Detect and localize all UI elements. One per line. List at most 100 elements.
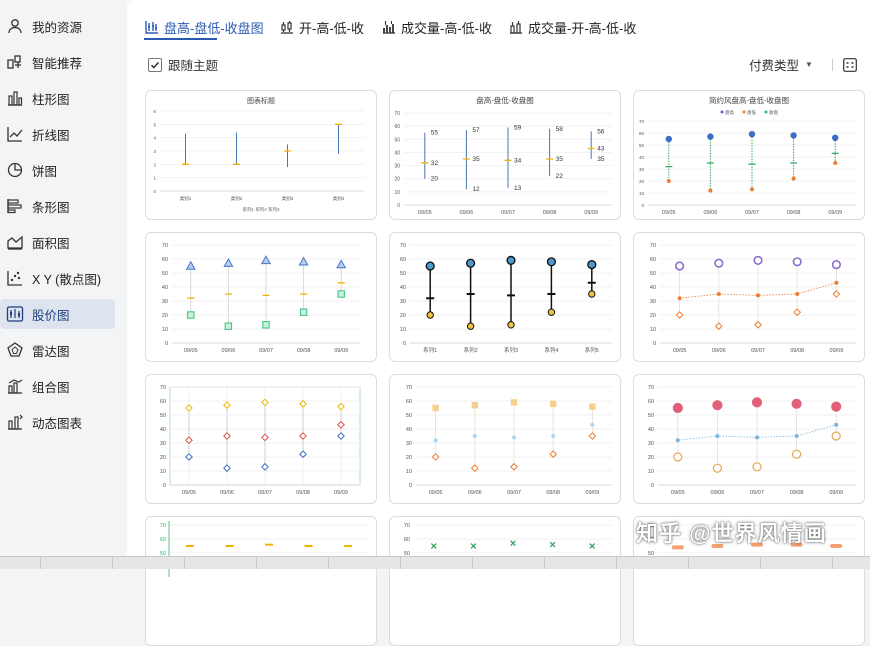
sidebar-item-label: 条形图: [32, 200, 70, 215]
y-tick-label: 60: [648, 399, 654, 405]
follow-theme-checkbox[interactable]: [148, 57, 162, 72]
tab-open-high-low-close[interactable]: 开-高-低-收: [279, 12, 364, 42]
chart-template-partial-2[interactable]: 70 60 50: [389, 516, 621, 646]
x-tick-label: 类别3: [282, 195, 294, 202]
high-marker: [790, 397, 803, 410]
sidebar-item-line-chart[interactable]: 折线图: [0, 119, 115, 149]
y-tick-label: 60: [160, 399, 166, 405]
sidebar-item-scatter-chart[interactable]: X Y (散点图): [0, 263, 115, 293]
sidebar-item-combo-chart[interactable]: 组合图: [0, 371, 115, 401]
low-marker: [675, 311, 684, 319]
low-marker: [754, 320, 762, 329]
high-marker: [223, 401, 231, 410]
close-marker: [261, 433, 269, 442]
legend-marker: [720, 110, 724, 114]
high-marker-fill: [588, 261, 595, 268]
pay-type-dropdown[interactable]: 付费类型 ▼: [749, 55, 813, 74]
chart-template-partial-1[interactable]: 70 60 50: [145, 516, 377, 646]
y-tick-label: 40: [160, 427, 166, 433]
line-chart-icon: [6, 125, 24, 143]
check-icon: [150, 61, 160, 69]
high-marker: [223, 257, 234, 267]
x-tick-label: 09/08: [296, 490, 310, 496]
y-tick-label: 40: [162, 285, 168, 291]
sidebar-item-bar-chart[interactable]: 柱形图: [0, 83, 115, 113]
follow-theme-toggle[interactable]: 跟随主题: [148, 55, 218, 74]
sidebar-item-horizontal-bar[interactable]: 条形图: [0, 191, 115, 221]
y-tick-label: 20: [160, 455, 166, 461]
high-marker-fill: [427, 262, 434, 270]
chart-template-triangle-markers[interactable]: 0 10 20 30 40 50 60 70 09/05 09/06 09/07 09/08 09/09: [145, 232, 377, 362]
y-tick-label: 50: [639, 143, 645, 148]
chart-svg: 0 10 20 30 40 50 60 70 09/05 09/06 09/07 09/08 09/09: [650, 243, 856, 354]
y-tick-label: 40: [648, 427, 654, 433]
x-tick-label: 09/09: [828, 210, 842, 216]
tab-volume-open-high-low-close[interactable]: 成交量-开-高-低-收: [508, 12, 636, 42]
chart-template-purple-rings[interactable]: 0 10 20 30 40 50 60 70 09/05 09/06 09/07 09/08 09/09: [633, 232, 865, 362]
sidebar-item-user[interactable]: 我的资源: [0, 11, 115, 41]
close-marker: [512, 435, 516, 440]
y-tick-label: 30: [648, 441, 654, 447]
watermark: 知乎 @世界风情画: [636, 521, 827, 546]
low-marker: [831, 431, 841, 441]
sidebar-item-pie-chart[interactable]: 饼图: [0, 155, 115, 185]
high-marker: [549, 541, 556, 548]
stock-vohlc-icon: [510, 21, 522, 34]
tab-volume-high-low-close[interactable]: 成交量-高-低-收: [381, 12, 492, 42]
data-label: 59: [514, 124, 522, 131]
sidebar-item-smart-recommend[interactable]: 智能推荐: [0, 47, 115, 77]
chart-title: 简约风盘高-盘低-收盘图: [709, 95, 789, 105]
sidebar-item-dynamic-chart[interactable]: 动态图表: [0, 407, 115, 437]
chart-template-bubble[interactable]: 0 10 20 30 40 50 60 70 09/05 09/06 09/07 09/08 09/09: [633, 374, 865, 504]
high-marker-fill: [548, 258, 555, 265]
low-marker: [262, 321, 270, 329]
sidebar-item-stock-chart[interactable]: 股价图: [0, 299, 115, 329]
chart-template-hlc-labeled[interactable]: 盘高-盘低-收盘图 0 10 20 30 40 50 60 70 09/05 09/06 09/07 0…: [389, 90, 621, 220]
low-marker: [714, 322, 723, 331]
y-tick-label: 20: [406, 455, 412, 461]
sheet-cell-divider: [688, 557, 689, 569]
data-label: 35: [597, 156, 605, 163]
close-marker: [337, 420, 345, 429]
chart-template-minimal[interactable]: 简约风盘高-盘低-收盘图 盘高 盘低 收盘 0 10 20 30 40 50 60 70 09/05 09…: [633, 90, 865, 220]
x-tick-label: 09/06: [712, 348, 726, 354]
x-tick-label: 09/07: [750, 490, 764, 496]
high-marker: [185, 260, 196, 270]
y-tick-label: 70: [639, 119, 645, 124]
sidebar-item-label: X Y (散点图): [32, 272, 101, 287]
chart-template-pastel-squares[interactable]: 0 10 20 30 40 50 60 70 09/05 09/06 09/07 09/08 09/09: [389, 374, 621, 504]
x-tick-label: 09/05: [673, 348, 687, 354]
y-tick-label: 10: [162, 327, 168, 333]
x-tick-label: 09/08: [790, 490, 804, 496]
low-marker: [712, 463, 723, 473]
chart-svg: 0 10 20 30 40 50 60 70 系列1 系列2 系列3 系列4 系列5: [400, 243, 612, 354]
sidebar-item-area-chart[interactable]: 面积图: [0, 227, 115, 257]
data-label: 12: [472, 186, 480, 193]
sidebar: 我的资源智能推荐柱形图折线图饼图条形图面积图 X Y (散点图) 股价图雷达图组合图…: [0, 0, 127, 568]
tab-label: 盘高-盘低-收盘图: [164, 20, 264, 36]
x-tick-label: 09/08: [787, 210, 801, 216]
low-marker: [261, 462, 269, 471]
low-marker: [337, 290, 345, 298]
y-tick-label: 30: [400, 299, 406, 305]
high-marker: [337, 402, 345, 411]
high-marker: [830, 400, 843, 413]
data-label: 13: [514, 185, 522, 192]
x-tick-label: 系列3: [504, 346, 518, 354]
grid-view-icon[interactable]: [843, 58, 857, 72]
y-tick-label: 30: [394, 164, 400, 170]
legend-label: 盘低: [747, 109, 756, 116]
sidebar-item-radar-chart[interactable]: 雷达图: [0, 335, 115, 365]
chart-template-circle-dark[interactable]: 0 10 20 30 40 50 60 70 系列1 系列2 系列3 系列4 系列5: [389, 232, 621, 362]
low-marker: [185, 453, 193, 461]
x-tick-label: 09/06: [220, 490, 234, 496]
high-marker: [185, 404, 193, 412]
chart-template-diamond[interactable]: 0 10 20 30 40 50 60 70 09/05 09/06 09/07 09/08 09/09: [145, 374, 377, 504]
high-marker: [707, 133, 714, 140]
legend-marker: [764, 110, 768, 114]
chart-template-basic[interactable]: 图表标题 0 1 2 3 4 5 6 类别1 类别2 类别3 类别4 系列1 系列2 系列3: [145, 90, 377, 220]
sheet-cell-divider: [544, 557, 545, 569]
sheet-cell-divider: [760, 557, 761, 569]
data-label: 22: [556, 173, 564, 180]
close-marker: [433, 438, 438, 443]
